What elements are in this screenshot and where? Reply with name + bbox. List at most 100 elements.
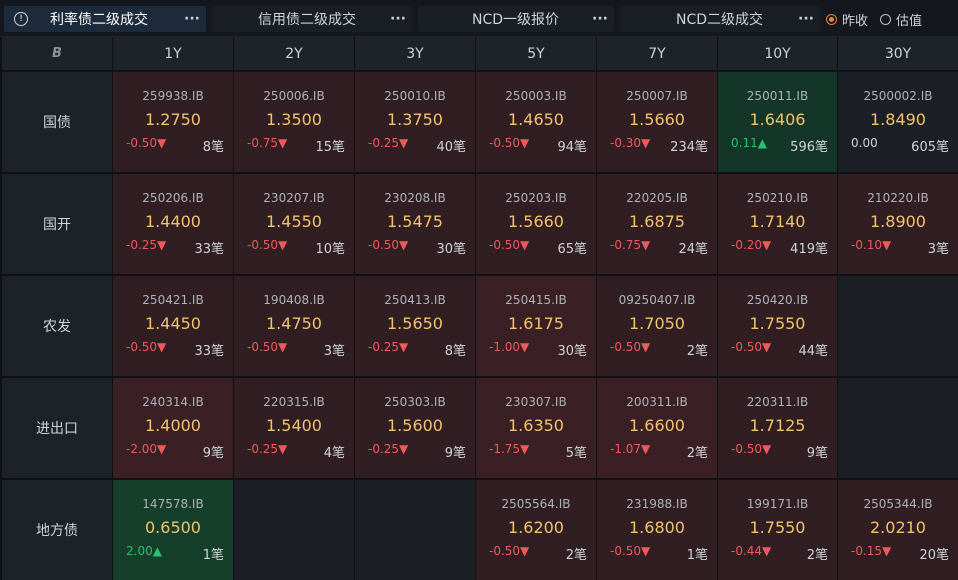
change-value: -0.50▼ [489, 544, 530, 558]
quote-cell[interactable]: 200311.IB 1.6600 -1.07▼ 2笔 [597, 378, 717, 478]
trade-count: 9笔 [202, 446, 224, 461]
trade-count: 10笔 [315, 242, 345, 257]
quote-cell[interactable]: 250421.IB 1.4450 -0.50▼ 33笔 [113, 276, 233, 376]
quote-cell[interactable]: 259938.IB 1.2750 -0.50▼ 8笔 [113, 72, 233, 172]
quote-cell[interactable]: 230307.IB 1.6350 -1.75▼ 5笔 [476, 378, 596, 478]
tab-label: 利率债二级成交 [50, 12, 148, 28]
change-value: -0.50▼ [368, 238, 409, 252]
quote-cell[interactable]: 190408.IB 1.4750 -0.50▼ 3笔 [234, 276, 354, 376]
tab-rate-bond-secondary[interactable]: ! 利率债二级成交 ··· [4, 6, 206, 32]
quote-cell[interactable]: 230208.IB 1.5475 -0.50▼ 30笔 [355, 174, 475, 274]
quote-cell[interactable]: 240314.IB 1.4000 -2.00▼ 9笔 [113, 378, 233, 478]
tab-label: NCD二级成交 [676, 12, 764, 28]
bond-code: 250420.IB [746, 293, 809, 307]
trade-count: 234笔 [670, 140, 708, 155]
trade-count: 24笔 [678, 242, 708, 257]
radio-prev-close[interactable]: 昨收 [826, 10, 868, 29]
quote-cell[interactable]: 199171.IB 1.7550 -0.44▼ 2笔 [718, 480, 837, 580]
trade-count: 33笔 [194, 344, 224, 359]
change-value: -1.00▼ [489, 340, 530, 354]
bond-code: 250206.IB [142, 191, 204, 205]
bond-code: 250415.IB [505, 293, 567, 307]
trade-count: 40笔 [436, 140, 466, 155]
quote-cell[interactable]: 220311.IB 1.7125 -0.50▼ 9笔 [718, 378, 837, 478]
quote-cell[interactable]: 250011.IB 1.6406 0.11▲ 596笔 [718, 72, 837, 172]
quote-cell[interactable]: 220315.IB 1.5400 -0.25▼ 4笔 [234, 378, 354, 478]
bond-code: 200311.IB [626, 395, 688, 409]
change-value: -0.25▼ [126, 238, 167, 252]
bond-code: 250006.IB [263, 89, 325, 103]
change-value: -0.50▼ [489, 136, 530, 150]
change-value: -0.25▼ [368, 136, 409, 150]
quote-cell[interactable]: 250006.IB 1.3500 -0.75▼ 15笔 [234, 72, 354, 172]
yield-value: 1.5660 [629, 110, 685, 129]
quote-cell[interactable]: 250003.IB 1.4650 -0.50▼ 94笔 [476, 72, 596, 172]
quote-cell[interactable]: 147578.IB 0.6500 2.00▲ 1笔 [113, 480, 233, 580]
quote-cell[interactable]: 250203.IB 1.5660 -0.50▼ 65笔 [476, 174, 596, 274]
trade-count: 1笔 [686, 548, 708, 563]
quote-cell[interactable]: 250210.IB 1.7140 -0.20▼ 419笔 [718, 174, 837, 274]
yield-value: 0.6500 [145, 518, 201, 537]
more-icon[interactable]: ··· [184, 11, 200, 27]
change-value: -0.50▼ [247, 340, 288, 354]
yield-value: 2.0210 [870, 518, 926, 537]
quote-cell[interactable]: 231988.IB 1.6800 -0.50▼ 1笔 [597, 480, 717, 580]
change-value: -0.50▼ [610, 544, 651, 558]
yield-matrix: B 1Y 2Y 3Y 5Y 7Y 10Y 30Y 国债 259938.IB 1.2750 -0.50… [1, 37, 958, 580]
quote-cell[interactable]: 230207.IB 1.4550 -0.50▼ 10笔 [234, 174, 354, 274]
tab-ncd-primary-quote[interactable]: NCD一级报价 ··· [418, 6, 614, 32]
yield-value: 1.6175 [508, 314, 564, 333]
trade-count: 8笔 [202, 140, 224, 155]
quote-cell[interactable]: 09250407.IB 1.7050 -0.50▼ 2笔 [597, 276, 717, 376]
trade-count: 419笔 [790, 242, 828, 257]
quote-cell[interactable]: 250415.IB 1.6175 -1.00▼ 30笔 [476, 276, 596, 376]
trade-count: 8笔 [444, 344, 466, 359]
yield-value: 1.2750 [145, 110, 201, 129]
quote-cell[interactable]: 250010.IB 1.3750 -0.25▼ 40笔 [355, 72, 475, 172]
bond-code: 2500002.IB [863, 89, 933, 103]
yield-value: 1.7550 [749, 314, 806, 333]
quote-cell[interactable]: 2505564.IB 1.6200 -0.50▼ 2笔 [476, 480, 596, 580]
tab-credit-bond-secondary[interactable]: 信用债二级成交 ··· [212, 6, 412, 32]
trade-count: 3笔 [323, 344, 345, 359]
change-value: -0.50▼ [126, 136, 167, 150]
quote-cell[interactable]: 2505344.IB 2.0210 -0.15▼ 20笔 [838, 480, 958, 580]
quote-cell[interactable]: 250206.IB 1.4400 -0.25▼ 33笔 [113, 174, 233, 274]
row-label: 进出口 [2, 378, 112, 478]
trade-count: 5笔 [565, 446, 587, 461]
change-value: -0.50▼ [489, 238, 530, 252]
more-icon[interactable]: ··· [798, 11, 814, 27]
radio-unchecked-icon [880, 13, 892, 25]
bond-code: 250007.IB [626, 89, 688, 103]
bond-code: 231988.IB [626, 497, 688, 511]
corner-logo-icon: B [2, 37, 112, 70]
row-label: 农发 [2, 276, 112, 376]
tab-ncd-secondary[interactable]: NCD二级成交 ··· [620, 6, 820, 32]
change-value: -0.20▼ [731, 238, 772, 252]
yield-value: 1.6406 [749, 110, 806, 129]
empty-cell [234, 480, 354, 580]
yield-value: 1.3750 [387, 110, 443, 129]
quote-cell[interactable]: 2500002.IB 1.8490 0.00 605笔 [838, 72, 958, 172]
quote-cell[interactable]: 250007.IB 1.5660 -0.30▼ 234笔 [597, 72, 717, 172]
quote-cell[interactable]: 250420.IB 1.7550 -0.50▼ 44笔 [718, 276, 837, 376]
more-icon[interactable]: ··· [592, 11, 608, 27]
tab-label: 信用债二级成交 [258, 12, 356, 28]
radio-valuation[interactable]: 估值 [880, 10, 922, 29]
app-root: ! 利率债二级成交 ··· 信用债二级成交 ··· NCD一级报价 ··· NC… [0, 0, 958, 580]
change-value: 0.11▲ [731, 136, 767, 150]
tab-label: NCD一级报价 [472, 12, 560, 28]
tab-bar: ! 利率债二级成交 ··· 信用债二级成交 ··· NCD一级报价 ··· NC… [0, 0, 958, 37]
trade-count: 2笔 [565, 548, 587, 563]
more-icon[interactable]: ··· [390, 11, 406, 27]
yield-value: 1.5400 [266, 416, 322, 435]
quote-cell[interactable]: 220205.IB 1.6875 -0.75▼ 24笔 [597, 174, 717, 274]
bond-code: 250413.IB [384, 293, 446, 307]
quote-cell[interactable]: 250303.IB 1.5600 -0.25▼ 9笔 [355, 378, 475, 478]
bond-code: 230208.IB [384, 191, 446, 205]
info-icon[interactable]: ! [14, 12, 28, 26]
quote-cell[interactable]: 250413.IB 1.5650 -0.25▼ 8笔 [355, 276, 475, 376]
change-value: -0.75▼ [247, 136, 288, 150]
quote-cell[interactable]: 210220.IB 1.8900 -0.10▼ 3笔 [838, 174, 958, 274]
change-value: -0.75▼ [610, 238, 651, 252]
